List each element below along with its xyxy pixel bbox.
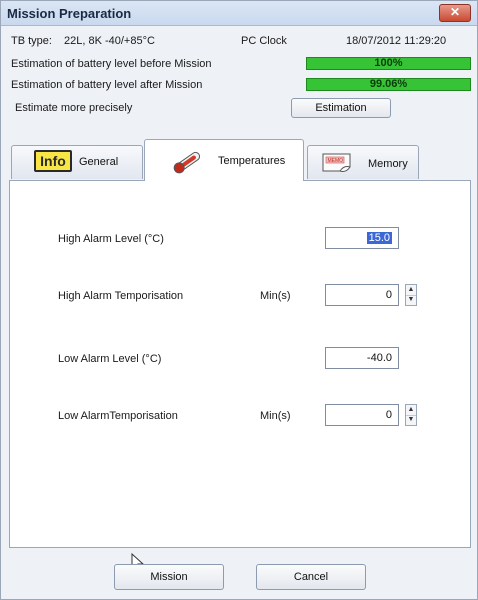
close-button[interactable]: ✕ <box>439 4 471 22</box>
estimate-label: Estimate more precisely <box>15 102 133 114</box>
window-title: Mission Preparation <box>7 6 132 21</box>
high-alarm-temp-label: High Alarm Temporisation <box>58 290 184 302</box>
mission-button[interactable]: Mission <box>114 564 224 590</box>
tb-type-label: TB type: <box>11 35 52 47</box>
tab-strip: Info General Temperatures MEMO Memory <box>9 139 469 181</box>
low-alarm-level-input[interactable]: -40.0 <box>325 347 399 369</box>
battery-after-bar: 99.06% <box>306 78 471 91</box>
cancel-button[interactable]: Cancel <box>256 564 366 590</box>
spin-down-icon[interactable]: ▼ <box>406 295 416 305</box>
info-icon: Info <box>34 150 72 172</box>
tab-memory-label: Memory <box>368 158 408 170</box>
info-icon-text: Info <box>40 153 66 169</box>
tab-general-label: General <box>79 156 119 168</box>
memory-icon-text: MEMO <box>328 158 344 164</box>
title-bar[interactable]: Mission Preparation ✕ <box>1 1 477 26</box>
battery-after-label: Estimation of battery level after Missio… <box>11 79 203 91</box>
tab-memory[interactable]: MEMO Memory <box>307 145 419 179</box>
spin-down-icon[interactable]: ▼ <box>406 415 416 425</box>
low-alarm-temp-unit: Min(s) <box>260 410 291 422</box>
pc-clock-value: 18/07/2012 11:29:20 <box>346 35 447 47</box>
battery-before-label: Estimation of battery level before Missi… <box>11 58 212 70</box>
memory-icon: MEMO <box>320 149 360 182</box>
temperatures-panel: High Alarm Level (°C) 15.0 High Alarm Te… <box>9 180 471 548</box>
tab-general[interactable]: Info General <box>11 145 143 179</box>
high-alarm-level-label: High Alarm Level (°C) <box>58 233 164 245</box>
tb-type-value: 22L, 8K -40/+85°C <box>64 35 155 47</box>
thermometer-icon <box>169 146 209 181</box>
mission-preparation-window: Mission Preparation ✕ TB type: 22L, 8K -… <box>0 0 478 600</box>
low-alarm-temp-input[interactable]: 0 <box>325 404 399 426</box>
low-alarm-temp-spinner[interactable]: ▲ ▼ <box>405 404 417 426</box>
high-alarm-temp-spinner[interactable]: ▲ ▼ <box>405 284 417 306</box>
low-alarm-temp-label: Low AlarmTemporisation <box>58 410 178 422</box>
tab-temperatures[interactable]: Temperatures <box>144 139 304 181</box>
high-alarm-temp-unit: Min(s) <box>260 290 291 302</box>
tab-temperatures-label: Temperatures <box>218 155 286 167</box>
estimation-button[interactable]: Estimation <box>291 98 391 118</box>
high-alarm-level-input[interactable]: 15.0 <box>325 227 399 249</box>
high-alarm-level-value: 15.0 <box>366 232 392 244</box>
low-alarm-level-label: Low Alarm Level (°C) <box>58 353 162 365</box>
high-alarm-temp-input[interactable]: 0 <box>325 284 399 306</box>
battery-before-bar: 100% <box>306 57 471 70</box>
pc-clock-label: PC Clock <box>241 35 287 47</box>
